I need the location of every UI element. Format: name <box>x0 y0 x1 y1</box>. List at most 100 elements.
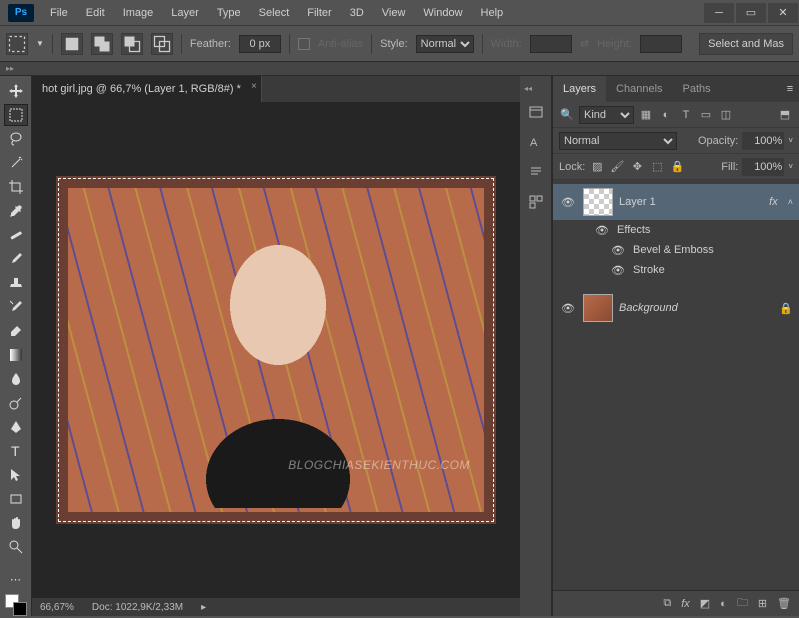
crop-tool[interactable] <box>4 176 28 198</box>
fill-dropdown-icon[interactable]: ˅ <box>788 162 793 171</box>
visibility-toggle[interactable]: 👁 <box>609 264 627 277</box>
fx-effects-header[interactable]: 👁 Effects <box>553 220 799 240</box>
menu-window[interactable]: Window <box>415 2 470 24</box>
tab-channels[interactable]: Channels <box>606 76 672 102</box>
paragraph-panel-icon[interactable] <box>525 161 547 183</box>
type-tool[interactable]: T <box>4 440 28 462</box>
brush-tool[interactable] <box>4 248 28 270</box>
canvas-viewport[interactable]: BLOGCHIASEKIENTHUC.COM <box>32 102 520 598</box>
layer-group-icon[interactable]: 🗀 <box>737 594 748 613</box>
link-layers-icon[interactable]: ⧉ <box>663 597 671 610</box>
fill-input[interactable] <box>742 158 784 176</box>
lock-position-icon[interactable]: ✥ <box>629 159 645 175</box>
color-swatches[interactable] <box>5 594 27 616</box>
lock-all-icon[interactable]: 🔒 <box>669 159 685 175</box>
delete-layer-icon[interactable]: 🗑 <box>777 597 791 610</box>
marquee-preset-icon[interactable] <box>6 33 28 55</box>
visibility-toggle[interactable]: 👁 <box>593 224 611 237</box>
canvas[interactable]: BLOGCHIASEKIENTHUC.COM <box>56 176 496 524</box>
visibility-toggle[interactable]: 👁 <box>559 196 577 209</box>
blend-mode-select[interactable]: Normal <box>559 132 677 150</box>
rectangle-tool[interactable] <box>4 488 28 510</box>
subtract-selection-icon[interactable] <box>121 33 143 55</box>
gradient-tool[interactable] <box>4 344 28 366</box>
filter-type-icon[interactable]: T <box>678 107 694 123</box>
opacity-dropdown-icon[interactable]: ˅ <box>788 136 793 145</box>
style-select[interactable]: Normal <box>416 35 474 53</box>
layer-name[interactable]: Background <box>619 302 678 314</box>
menu-help[interactable]: Help <box>473 2 512 24</box>
menu-file[interactable]: File <box>42 2 76 24</box>
menu-filter[interactable]: Filter <box>299 2 339 24</box>
dodge-tool[interactable] <box>4 392 28 414</box>
dropdown-arrow-icon[interactable]: ▼ <box>36 39 44 48</box>
history-brush-tool[interactable] <box>4 296 28 318</box>
layer-name[interactable]: Layer 1 <box>619 196 656 208</box>
expand-toolbar-toggle[interactable]: ▸▸ <box>0 62 799 76</box>
layer-row[interactable]: 👁 Layer 1 fx ˄ <box>553 184 799 220</box>
layer-mask-icon[interactable]: ◩ <box>700 597 710 610</box>
filter-kind-select[interactable]: Kind <box>579 106 634 124</box>
fx-collapse-icon[interactable]: ˄ <box>788 197 793 207</box>
visibility-toggle[interactable]: 👁 <box>559 302 577 315</box>
blur-tool[interactable] <box>4 368 28 390</box>
fx-badge[interactable]: fx <box>769 196 778 208</box>
add-selection-icon[interactable] <box>91 33 113 55</box>
status-arrow-icon[interactable]: ▸ <box>201 602 206 613</box>
history-panel-icon[interactable] <box>525 101 547 123</box>
filter-pixel-icon[interactable]: ▦ <box>638 107 654 123</box>
lasso-tool[interactable] <box>4 128 28 150</box>
healing-brush-tool[interactable] <box>4 224 28 246</box>
lock-artboard-icon[interactable]: ⬚ <box>649 159 665 175</box>
fx-item[interactable]: 👁 Bevel & Emboss <box>553 240 799 260</box>
filter-shape-icon[interactable]: ▭ <box>698 107 714 123</box>
background-color[interactable] <box>13 602 27 616</box>
document-tab[interactable]: hot girl.jpg @ 66,7% (Layer 1, RGB/8#) *… <box>32 76 262 102</box>
menu-view[interactable]: View <box>374 2 414 24</box>
character-panel-icon[interactable]: A <box>525 131 547 153</box>
menu-3d[interactable]: 3D <box>342 2 372 24</box>
hand-tool[interactable] <box>4 512 28 534</box>
tab-paths[interactable]: Paths <box>673 76 721 102</box>
layer-row[interactable]: 👁 Background 🔒 <box>553 290 799 326</box>
doc-size-readout[interactable]: Doc: 1022,9K/2,33M <box>92 602 183 613</box>
marquee-tool[interactable] <box>4 104 28 126</box>
eraser-tool[interactable] <box>4 320 28 342</box>
libraries-panel-icon[interactable] <box>525 191 547 213</box>
new-selection-icon[interactable] <box>61 33 83 55</box>
magic-wand-tool[interactable] <box>4 152 28 174</box>
minimize-button[interactable]: ─ <box>704 3 734 23</box>
menu-edit[interactable]: Edit <box>78 2 113 24</box>
close-button[interactable]: ✕ <box>768 3 798 23</box>
menu-layer[interactable]: Layer <box>163 2 207 24</box>
new-layer-icon[interactable]: ⊞ <box>758 597 767 610</box>
layer-thumbnail[interactable] <box>583 188 613 216</box>
eyedropper-tool[interactable] <box>4 200 28 222</box>
tab-layers[interactable]: Layers <box>553 76 606 102</box>
intersect-selection-icon[interactable] <box>151 33 173 55</box>
select-and-mask-button[interactable]: Select and Mas <box>699 33 793 55</box>
dock-expand-icon[interactable]: ◂◂ <box>524 84 532 93</box>
feather-input[interactable] <box>239 35 281 53</box>
visibility-toggle[interactable]: 👁 <box>609 244 627 257</box>
close-tab-icon[interactable]: × <box>251 81 257 92</box>
lock-transparent-icon[interactable]: ▨ <box>589 159 605 175</box>
adjustment-layer-icon[interactable]: ◐ <box>720 598 727 610</box>
panel-menu-icon[interactable]: ≡ <box>781 83 799 95</box>
fx-item[interactable]: 👁 Stroke <box>553 260 799 280</box>
zoom-readout[interactable]: 66,67% <box>40 602 74 613</box>
move-tool[interactable] <box>4 80 28 102</box>
edit-toolbar-icon[interactable]: ⋯ <box>4 568 28 590</box>
opacity-input[interactable] <box>742 132 784 150</box>
filter-adjust-icon[interactable]: ◐ <box>658 107 674 123</box>
menu-select[interactable]: Select <box>251 2 298 24</box>
menu-image[interactable]: Image <box>115 2 162 24</box>
zoom-tool[interactable] <box>4 536 28 558</box>
lock-pixels-icon[interactable]: 🖌 <box>609 159 625 175</box>
pen-tool[interactable] <box>4 416 28 438</box>
layer-thumbnail[interactable] <box>583 294 613 322</box>
maximize-button[interactable]: ▭ <box>736 3 766 23</box>
path-selection-tool[interactable] <box>4 464 28 486</box>
filter-toggle-icon[interactable]: ⬒ <box>777 107 793 123</box>
clone-stamp-tool[interactable] <box>4 272 28 294</box>
